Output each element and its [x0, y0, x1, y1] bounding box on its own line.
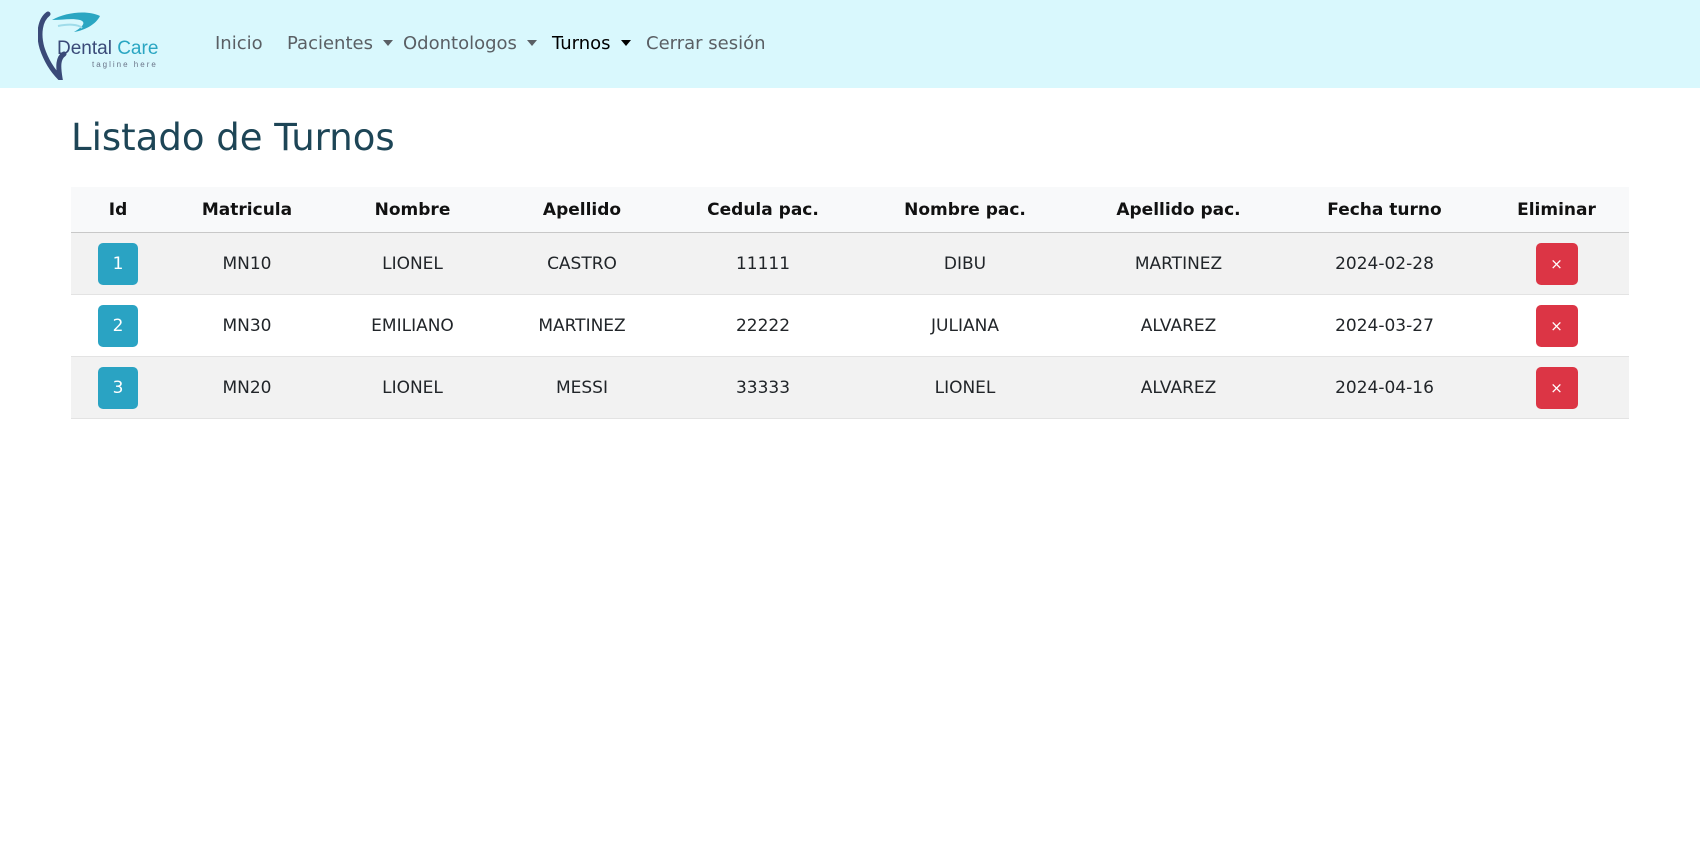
caret-down-icon: [620, 40, 631, 46]
table-row: 1 MN10 LIONEL CASTRO 11111 DIBU MARTINEZ…: [71, 232, 1629, 295]
column-header-matricula: Matricula: [165, 187, 329, 233]
cell-apellido-pac: ALVAREZ: [1072, 294, 1285, 357]
delete-button[interactable]: ×: [1535, 304, 1578, 347]
cell-nombre-pac: JULIANA: [858, 294, 1072, 357]
cell-apellido: MESSI: [496, 356, 668, 419]
cell-apellido: MARTINEZ: [496, 294, 668, 357]
nav-item-cerrar-sesion[interactable]: Cerrar sesión: [646, 31, 766, 57]
id-button[interactable]: 1: [98, 242, 138, 285]
close-icon: ×: [1550, 316, 1563, 335]
nav-item-label: Inicio: [215, 33, 263, 54]
cell-nombre-pac: LIONEL: [858, 356, 1072, 419]
nav-item-label: Cerrar sesión: [646, 33, 766, 54]
cell-eliminar: ×: [1484, 356, 1629, 419]
cell-nombre: LIONEL: [329, 356, 496, 419]
cell-fecha-turno: 2024-03-27: [1285, 294, 1484, 357]
table-row: 2 MN30 EMILIANO MARTINEZ 22222 JULIANA A…: [71, 294, 1629, 357]
column-header-apellido: Apellido: [496, 187, 668, 233]
column-header-apellido-pac: Apellido pac.: [1072, 187, 1285, 233]
id-button[interactable]: 2: [98, 304, 138, 347]
column-header-nombre-pac: Nombre pac.: [858, 187, 1072, 233]
column-header-nombre: Nombre: [329, 187, 496, 233]
column-header-eliminar: Eliminar: [1484, 187, 1629, 233]
table-header-row: Id Matricula Nombre Apellido Cedula pac.…: [71, 187, 1629, 233]
cell-fecha-turno: 2024-04-16: [1285, 356, 1484, 419]
cell-nombre: EMILIANO: [329, 294, 496, 357]
navbar: Dental Care tagline here Inicio Paciente…: [0, 0, 1700, 88]
delete-button[interactable]: ×: [1535, 366, 1578, 409]
nav-item-odontologos[interactable]: Odontologos: [403, 31, 537, 57]
caret-down-icon: [382, 40, 393, 46]
cell-id: 2: [71, 294, 165, 357]
close-icon: ×: [1550, 254, 1563, 273]
column-header-cedula-pac: Cedula pac.: [668, 187, 858, 233]
cell-matricula: MN10: [165, 232, 329, 295]
cell-cedula-pac: 11111: [668, 232, 858, 295]
cell-eliminar: ×: [1484, 294, 1629, 357]
table-header: Id Matricula Nombre Apellido Cedula pac.…: [71, 187, 1629, 233]
cell-matricula: MN30: [165, 294, 329, 357]
cell-apellido: CASTRO: [496, 232, 668, 295]
column-header-id: Id: [71, 187, 165, 233]
nav-item-label: Turnos: [552, 33, 611, 54]
cell-nombre-pac: DIBU: [858, 232, 1072, 295]
cell-fecha-turno: 2024-02-28: [1285, 232, 1484, 295]
nav-item-label: Odontologos: [403, 33, 517, 54]
page-title: Listado de Turnos: [71, 116, 395, 159]
column-header-fecha-turno: Fecha turno: [1285, 187, 1484, 233]
caret-down-icon: [526, 40, 537, 46]
nav-item-label: Pacientes: [287, 33, 373, 54]
main-nav: Inicio Pacientes Odontologos Turnos Cerr…: [0, 0, 1000, 88]
close-icon: ×: [1550, 378, 1563, 397]
nav-item-inicio[interactable]: Inicio: [215, 31, 263, 57]
table-body: 1 MN10 LIONEL CASTRO 11111 DIBU MARTINEZ…: [71, 232, 1629, 419]
nav-item-pacientes[interactable]: Pacientes: [287, 31, 393, 57]
cell-nombre: LIONEL: [329, 232, 496, 295]
table-row: 3 MN20 LIONEL MESSI 33333 LIONEL ALVAREZ…: [71, 356, 1629, 419]
turnos-table: Id Matricula Nombre Apellido Cedula pac.…: [71, 187, 1629, 419]
cell-cedula-pac: 33333: [668, 356, 858, 419]
cell-apellido-pac: MARTINEZ: [1072, 232, 1285, 295]
cell-cedula-pac: 22222: [668, 294, 858, 357]
id-button[interactable]: 3: [98, 366, 138, 409]
delete-button[interactable]: ×: [1535, 242, 1578, 285]
cell-eliminar: ×: [1484, 232, 1629, 295]
cell-apellido-pac: ALVAREZ: [1072, 356, 1285, 419]
nav-item-turnos[interactable]: Turnos: [552, 31, 631, 57]
cell-matricula: MN20: [165, 356, 329, 419]
cell-id: 1: [71, 232, 165, 295]
cell-id: 3: [71, 356, 165, 419]
